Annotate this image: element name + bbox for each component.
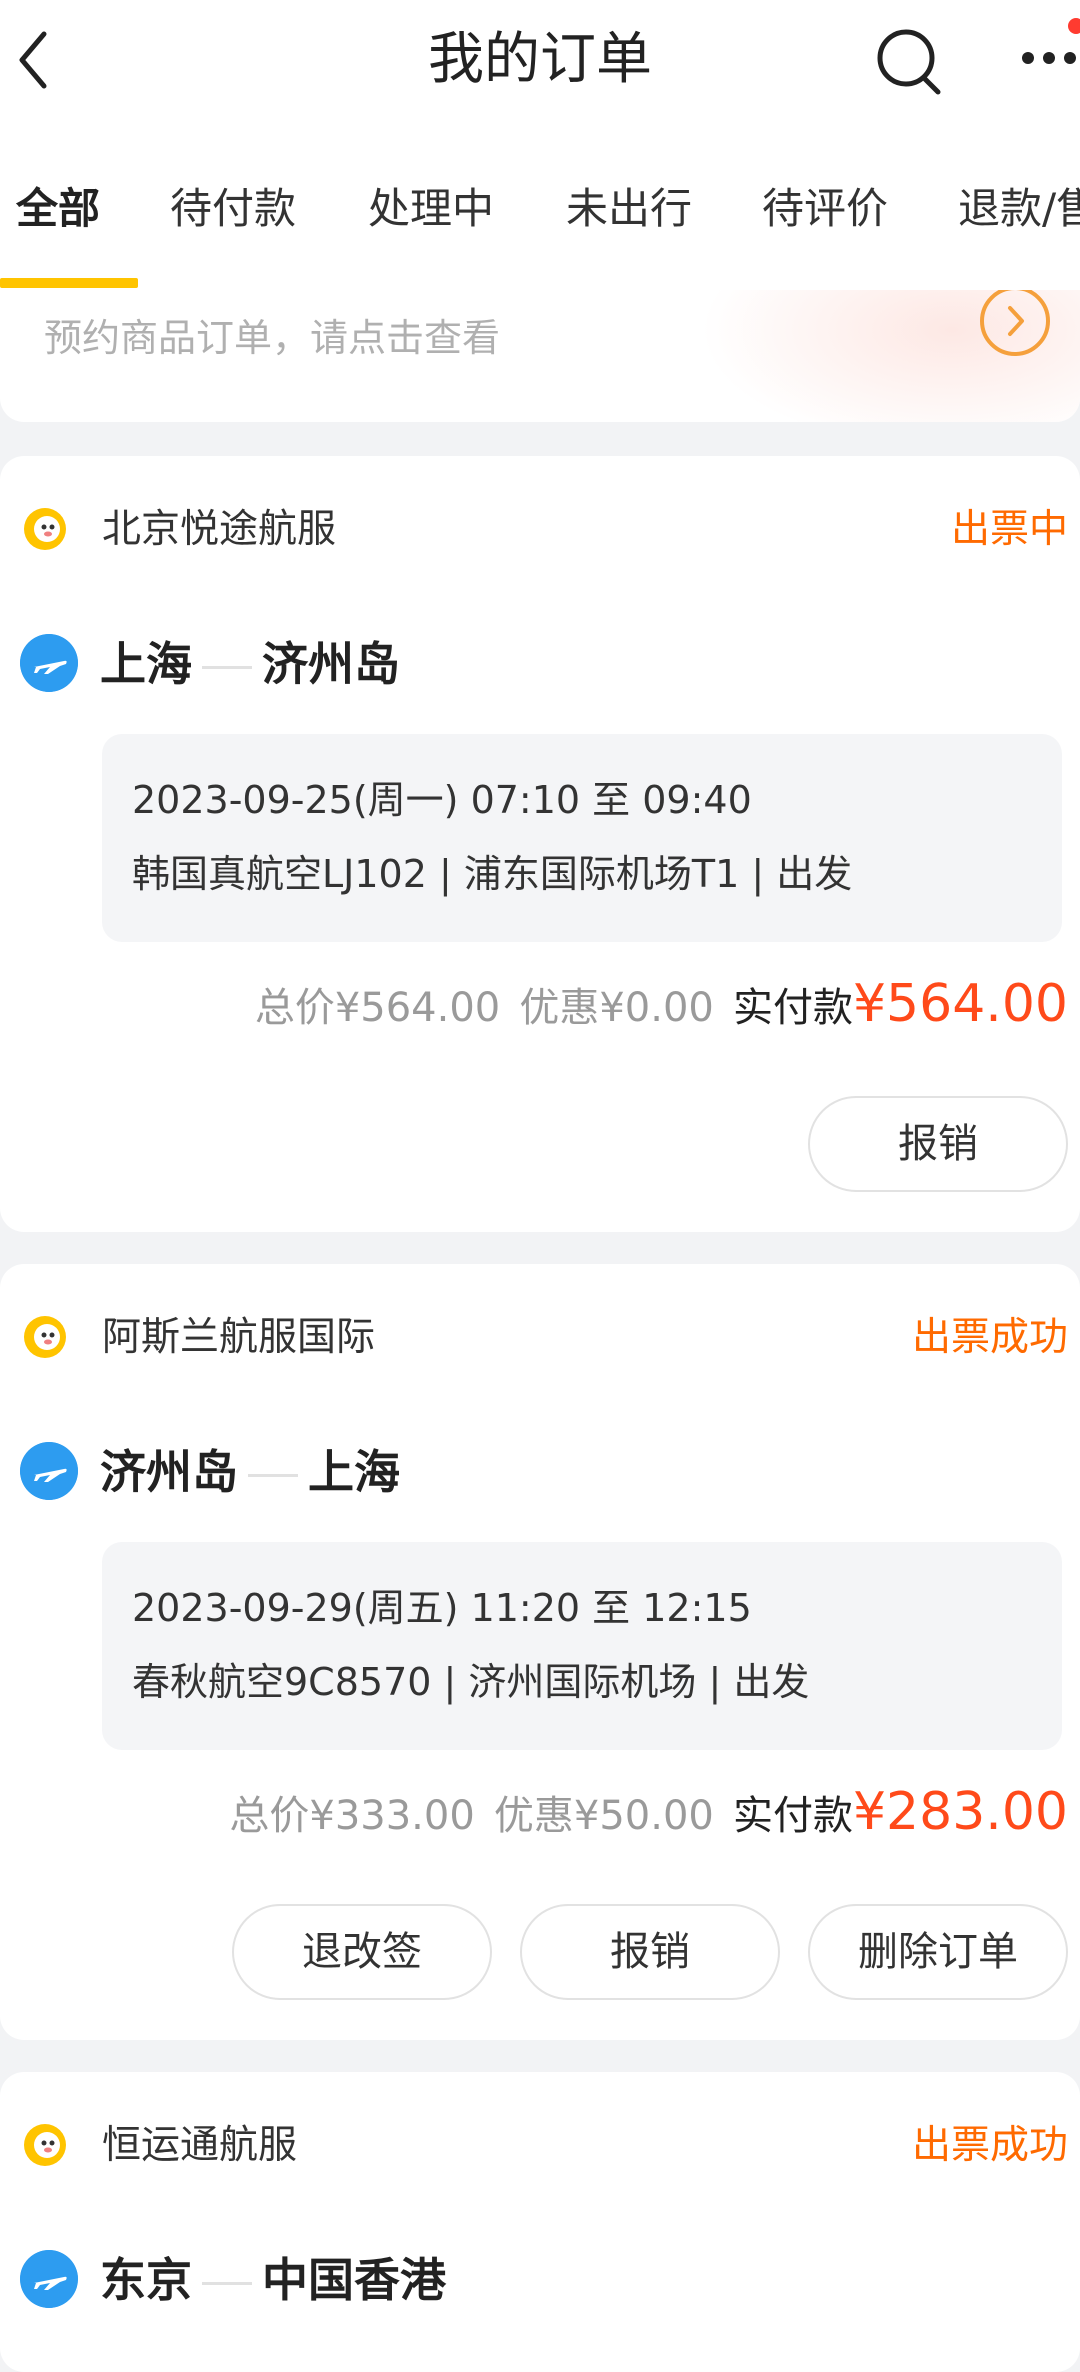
reimburse-button[interactable]: 报销 <box>808 1096 1068 1192</box>
search-icon[interactable] <box>872 22 948 98</box>
paid-label: 实付款 <box>732 1793 853 1839</box>
route: 东京 中国香港 <box>100 2248 446 2312</box>
route-destination: 济州岛 <box>262 637 400 691</box>
paid-label: 实付款 <box>732 985 853 1031</box>
order-status: 出票成功 <box>911 2123 1068 2168</box>
more-dots-icon[interactable] <box>1018 28 1080 88</box>
route-dash <box>248 1474 298 1477</box>
order-status: 出票成功 <box>911 1315 1068 1360</box>
airline-name: 阿斯兰航服国际 <box>102 1315 376 1360</box>
route-origin: 东京 <box>100 2253 192 2307</box>
active-tab-indicator <box>0 278 138 288</box>
route: 上海 济州岛 <box>100 632 400 696</box>
tab-pending-payment[interactable]: 待付款 <box>170 180 296 238</box>
total-price: 总价¥333.00 <box>229 1793 475 1839</box>
banner-text: 预约商品订单，请点击查看 <box>44 316 501 360</box>
plane-icon <box>20 1442 78 1500</box>
airline-name: 恒运通航服 <box>102 2123 298 2168</box>
tab-all[interactable]: 全部 <box>16 180 100 238</box>
flight-time: 2023-09-29(周五) 11:20 至 12:15 <box>132 1586 752 1630</box>
tab-refund[interactable]: 退款/售后 <box>958 180 1080 238</box>
tab-not-traveled[interactable]: 未出行 <box>566 180 692 238</box>
reimburse-button[interactable]: 报销 <box>520 1904 780 2000</box>
tab-bar: 全部 待付款 处理中 未出行 待评价 退款/售后 <box>0 120 1080 290</box>
airline-logo-icon <box>24 1316 66 1358</box>
order-status: 出票中 <box>950 507 1068 552</box>
airline-logo-icon <box>24 2124 66 2166</box>
discount-price: 优惠¥0.00 <box>519 985 714 1031</box>
airline-name: 北京悦途航服 <box>102 507 337 552</box>
route-origin: 济州岛 <box>100 1445 238 1499</box>
flight-details: 春秋航空9C8570 | 济州国际机场 | 出发 <box>132 1660 810 1704</box>
route-origin: 上海 <box>100 637 192 691</box>
discount-price: 优惠¥50.00 <box>493 1793 714 1839</box>
order-card[interactable]: 北京悦途航服 出票中 上海 济州岛 2023-09-25(周一) 07:10 至 … <box>0 456 1080 1232</box>
change-ticket-button[interactable]: 退改签 <box>232 1904 492 2000</box>
notification-dot <box>1068 18 1080 34</box>
flight-details: 韩国真航空LJ102 | 浦东国际机场T1 | 出发 <box>132 852 853 896</box>
flight-info-box: 2023-09-25(周一) 07:10 至 09:40 韩国真航空LJ102 … <box>102 734 1062 942</box>
tab-processing[interactable]: 处理中 <box>368 180 494 238</box>
route-dash <box>202 666 252 669</box>
flight-time: 2023-09-25(周一) 07:10 至 09:40 <box>132 778 752 822</box>
plane-icon <box>20 634 78 692</box>
route-destination: 中国香港 <box>262 2253 446 2307</box>
price-row: 总价¥564.00 优惠¥0.00 实付款¥564.00 <box>255 974 1068 1034</box>
tab-pending-review[interactable]: 待评价 <box>762 180 888 238</box>
price-row: 总价¥333.00 优惠¥50.00 实付款¥283.00 <box>229 1782 1068 1842</box>
header: 我的订单 <box>0 0 1080 120</box>
total-price: 总价¥564.00 <box>254 985 501 1031</box>
paid-amount: ¥564.00 <box>852 974 1068 1034</box>
plane-icon <box>20 2250 78 2308</box>
route-destination: 上海 <box>308 1445 400 1499</box>
delete-order-button[interactable]: 删除订单 <box>808 1904 1068 2000</box>
route: 济州岛 上海 <box>100 1440 400 1504</box>
order-card[interactable]: 阿斯兰航服国际 出票成功 济州岛 上海 2023-09-29(周五) 11:20 … <box>0 1264 1080 2040</box>
order-card[interactable]: 恒运通航服 出票成功 东京 中国香港 <box>0 2072 1080 2372</box>
reservation-orders-banner[interactable]: 预约商品订单，请点击查看 <box>0 290 1080 422</box>
route-dash <box>202 2282 252 2285</box>
paid-amount: ¥283.00 <box>852 1782 1068 1842</box>
airline-logo-icon <box>24 508 66 550</box>
flight-info-box: 2023-09-29(周五) 11:20 至 12:15 春秋航空9C8570 … <box>102 1542 1062 1750</box>
